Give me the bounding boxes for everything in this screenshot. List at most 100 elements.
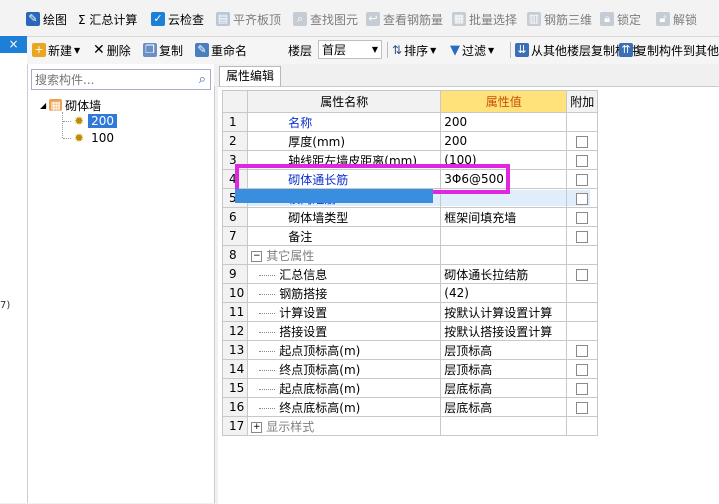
- property-value-cell[interactable]: (42): [440, 283, 568, 303]
- table-row[interactable]: 2 厚度(mm) 200: [221, 131, 599, 151]
- property-name-cell: 终点顶标高(m): [247, 359, 442, 379]
- extra-cell: [566, 150, 599, 170]
- tree-node-masonry-wall[interactable]: ◢ ▦ 砌体墙: [40, 98, 102, 113]
- extra-checkbox[interactable]: [576, 173, 589, 186]
- extra-checkbox[interactable]: [576, 230, 589, 243]
- expand-toggle-icon[interactable]: ◢: [40, 101, 46, 110]
- extra-checkbox[interactable]: [576, 192, 589, 205]
- dropdown-arrow-icon: ▼: [430, 45, 437, 55]
- selection-bar: [235, 189, 433, 203]
- search-box: ⌕: [31, 69, 211, 90]
- align-slab-label: 平齐板顶: [233, 12, 282, 27]
- table-row[interactable]: 16 终点底标高(m) 层底标高: [221, 397, 599, 417]
- table-row[interactable]: 14 终点顶标高(m) 层顶标高: [221, 359, 599, 379]
- batch-select-button[interactable]: ▦ 批量选择: [452, 9, 517, 29]
- extra-checkbox[interactable]: [576, 154, 589, 167]
- cloud-check-button[interactable]: ✓ 云检查: [151, 9, 204, 29]
- tree-node-label: 砌体墙: [65, 98, 102, 113]
- property-value-cell[interactable]: [440, 245, 568, 265]
- property-value-cell[interactable]: 层顶标高: [440, 359, 568, 379]
- toolbar-divider: [510, 42, 511, 58]
- close-icon[interactable]: ×: [0, 36, 27, 53]
- property-name-cell: 搭接设置: [247, 321, 442, 341]
- rebar-3d-icon: ▥: [527, 12, 541, 26]
- tab-property-edit[interactable]: 属性编辑: [219, 66, 281, 86]
- rebar-3d-label: 钢筋三维: [544, 12, 593, 27]
- sort-icon: ⇅: [392, 43, 403, 57]
- component-toolbar: + 新建 ▼ ✕ 删除 ❐ 复制 ✎ 重命名 楼层 首层 ▼ ⇅ 排序 ▼ ▼ …: [27, 37, 719, 65]
- copy-from-floor-icon: ⇊: [515, 43, 529, 57]
- batch-select-label: 批量选择: [469, 12, 518, 27]
- extra-checkbox[interactable]: [576, 363, 589, 376]
- collapse-icon[interactable]: −: [251, 250, 263, 262]
- unlock-button[interactable]: 🔓︎ 解锁: [656, 9, 697, 29]
- draw-button[interactable]: ✎ 绘图: [26, 9, 67, 29]
- filter-button[interactable]: ▼ 过滤 ▼: [450, 41, 494, 59]
- lock-button[interactable]: 🔒︎ 锁定: [600, 9, 641, 29]
- copy-to-other-floor-button[interactable]: ⇈ 复制构件到其他: [619, 41, 719, 59]
- rename-icon: ✎: [195, 43, 209, 57]
- component-tree-panel: [28, 64, 215, 503]
- find-element-button[interactable]: ⌕ 查找图元: [293, 9, 358, 29]
- rename-button[interactable]: ✎ 重命名: [195, 41, 247, 59]
- extra-checkbox[interactable]: [576, 401, 589, 414]
- table-row[interactable]: 17 + 显示样式: [221, 416, 599, 436]
- property-value-cell[interactable]: 200: [440, 112, 568, 132]
- row-number: 13: [221, 340, 249, 360]
- property-value-cell[interactable]: 框架间填充墙: [440, 207, 568, 227]
- tree-node-200[interactable]: ✹ 200: [63, 114, 117, 128]
- search-icon[interactable]: ⌕: [199, 72, 206, 87]
- property-value-cell[interactable]: 层底标高: [440, 397, 568, 417]
- tree-node-100[interactable]: ✹ 100: [63, 131, 117, 145]
- property-value-cell[interactable]: 砌体通长拉结筋: [440, 264, 568, 284]
- property-value-cell[interactable]: 层顶标高: [440, 340, 568, 360]
- sort-button[interactable]: ⇅ 排序 ▼: [392, 41, 436, 59]
- property-table: 属性名称 属性值 附加 1 名称 200 2 厚度(mm) 200 3 轴线距左墙皮距离(mm…: [221, 90, 599, 436]
- extra-checkbox[interactable]: [576, 135, 589, 148]
- view-rebar-button[interactable]: ↩ 查看钢筋量: [366, 9, 443, 29]
- left-panel-text-fragment: 7): [0, 300, 11, 311]
- table-row[interactable]: 15 起点底标高(m) 层底标高: [221, 378, 599, 398]
- extra-checkbox[interactable]: [576, 268, 589, 281]
- table-row[interactable]: 13 起点顶标高(m) 层顶标高: [221, 340, 599, 360]
- table-row[interactable]: 9 汇总信息 砌体通长拉结筋: [221, 264, 599, 284]
- extra-cell: [566, 283, 599, 303]
- table-row[interactable]: 8− 其它属性: [221, 245, 599, 265]
- table-row[interactable]: 12 搭接设置 按默认搭接设置计算: [221, 321, 599, 341]
- copy-to-other-floor-label: 复制构件到其他: [635, 43, 719, 58]
- table-header-row: 属性名称 属性值 附加: [221, 90, 599, 113]
- table-row[interactable]: 10 钢筋搭接 (42): [221, 283, 599, 303]
- table-row[interactable]: 1 名称 200: [221, 112, 599, 132]
- property-value-cell[interactable]: 层底标高: [440, 378, 568, 398]
- table-row[interactable]: 11 计算设置 按默认计算设置计算: [221, 302, 599, 322]
- extra-checkbox[interactable]: [576, 211, 589, 224]
- find-element-label: 查找图元: [310, 12, 359, 27]
- property-value-cell[interactable]: [440, 416, 568, 436]
- extra-cell: [566, 359, 599, 379]
- floor-select[interactable]: 首层 ▼: [318, 40, 382, 59]
- property-value-cell[interactable]: 按默认计算设置计算: [440, 302, 568, 322]
- property-name-cell: 汇总信息: [247, 264, 442, 284]
- extra-checkbox[interactable]: [576, 382, 589, 395]
- property-value-cell[interactable]: [440, 226, 568, 246]
- header-property-value: 属性值: [440, 90, 568, 113]
- property-value-cell[interactable]: 按默认搭接设置计算: [440, 321, 568, 341]
- extra-checkbox[interactable]: [576, 344, 589, 357]
- property-name-label: 备注: [288, 229, 313, 244]
- unlock-label: 解锁: [673, 12, 698, 27]
- search-input[interactable]: [32, 70, 187, 89]
- property-value-cell[interactable]: 200: [440, 131, 568, 151]
- summary-calc-button[interactable]: Σ 汇总计算: [78, 9, 137, 29]
- table-row[interactable]: 6 砌体墙类型 框架间填充墙: [221, 207, 599, 227]
- property-name-label: 厚度(mm): [288, 134, 346, 149]
- rebar-3d-button[interactable]: ▥ 钢筋三维: [527, 9, 592, 29]
- new-button[interactable]: + 新建 ▼: [32, 41, 80, 59]
- align-slab-button[interactable]: ▤ 平齐板顶: [216, 9, 281, 29]
- delete-button[interactable]: ✕ 删除: [93, 41, 131, 59]
- expand-icon[interactable]: +: [251, 421, 263, 433]
- unlock-icon: 🔓︎: [656, 12, 670, 26]
- property-name-cell: + 显示样式: [247, 416, 442, 436]
- property-name-label: 搭接设置: [279, 324, 328, 339]
- table-row[interactable]: 7 备注: [221, 226, 599, 246]
- copy-button[interactable]: ❐ 复制: [143, 41, 183, 59]
